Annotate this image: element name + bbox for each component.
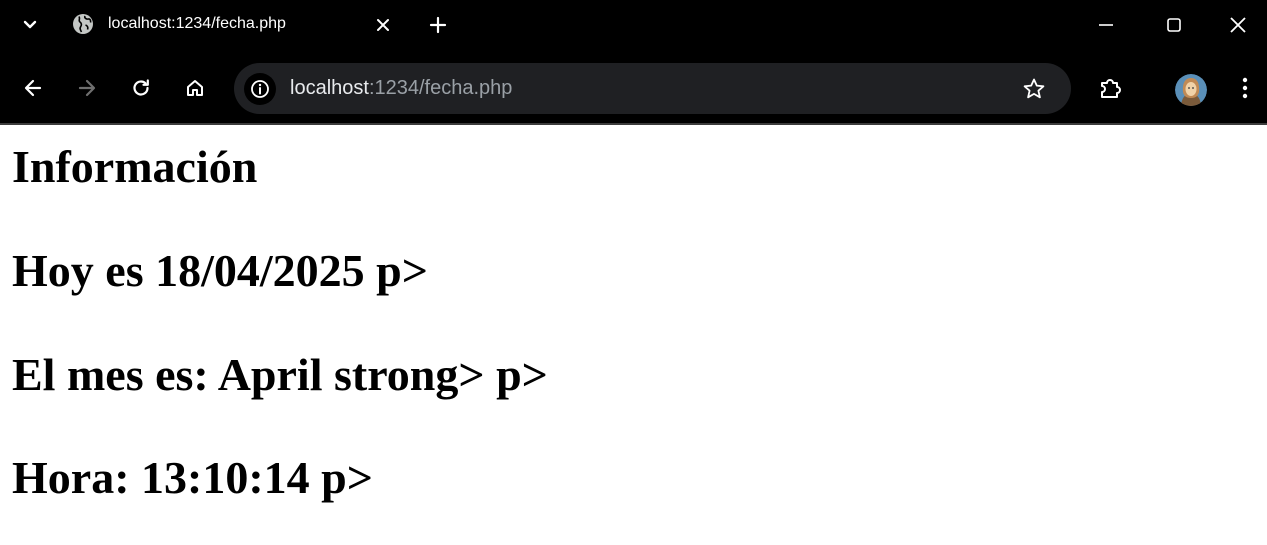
- url-path: :1234/fecha.php: [368, 77, 513, 99]
- chevron-down-icon: [23, 20, 37, 29]
- minimize-button[interactable]: [1072, 0, 1140, 50]
- profile-avatar[interactable]: [1175, 74, 1207, 106]
- info-icon: [251, 80, 269, 98]
- arrow-left-icon: [24, 79, 42, 97]
- time-line: Hora: 13:10:14 p>: [12, 452, 373, 503]
- close-icon: [377, 19, 389, 31]
- url-text[interactable]: localhost:1234/fecha.php: [290, 77, 512, 100]
- menu-button[interactable]: [1230, 73, 1260, 103]
- avatar-icon: [1175, 74, 1207, 106]
- site-info-button[interactable]: [244, 73, 276, 105]
- extensions-button[interactable]: [1096, 73, 1126, 103]
- arrow-right-icon: [78, 79, 96, 97]
- bookmark-button[interactable]: [1020, 75, 1048, 103]
- puzzle-icon: [1101, 79, 1121, 98]
- tab-search-button[interactable]: [16, 12, 44, 38]
- globe-icon: [72, 13, 94, 35]
- home-icon: [187, 80, 203, 96]
- browser-toolbar: localhost:1234/fecha.php: [0, 50, 1267, 124]
- new-tab-button[interactable]: [424, 11, 452, 39]
- more-vertical-icon: [1242, 77, 1248, 99]
- tab-title: localhost:1234/fecha.php: [108, 15, 286, 32]
- url-host: localhost: [290, 77, 369, 99]
- address-bar[interactable]: localhost:1234/fecha.php: [234, 63, 1071, 114]
- tab-close-button[interactable]: [370, 12, 396, 38]
- browser-tab[interactable]: localhost:1234/fecha.php: [58, 0, 408, 50]
- maximize-icon: [1167, 18, 1181, 32]
- back-button[interactable]: [18, 73, 48, 103]
- reload-icon: [133, 79, 149, 96]
- date-line: Hoy es 18/04/2025 p>: [12, 245, 428, 296]
- page-content: Información Hoy es 18/04/2025 p> El mes …: [0, 125, 1267, 545]
- close-icon: [1230, 17, 1246, 33]
- minimize-icon: [1099, 24, 1113, 26]
- maximize-button[interactable]: [1140, 0, 1208, 50]
- home-button[interactable]: [180, 73, 210, 103]
- plus-icon: [429, 16, 447, 34]
- star-icon: [1023, 78, 1045, 99]
- forward-button[interactable]: [72, 73, 102, 103]
- month-line: El mes es: April strong> p>: [12, 349, 548, 400]
- title-bar: localhost:1234/fecha.php: [0, 0, 1267, 50]
- window-close-button[interactable]: [1209, 0, 1267, 50]
- page-heading: Información: [12, 141, 258, 192]
- reload-button[interactable]: [126, 73, 156, 103]
